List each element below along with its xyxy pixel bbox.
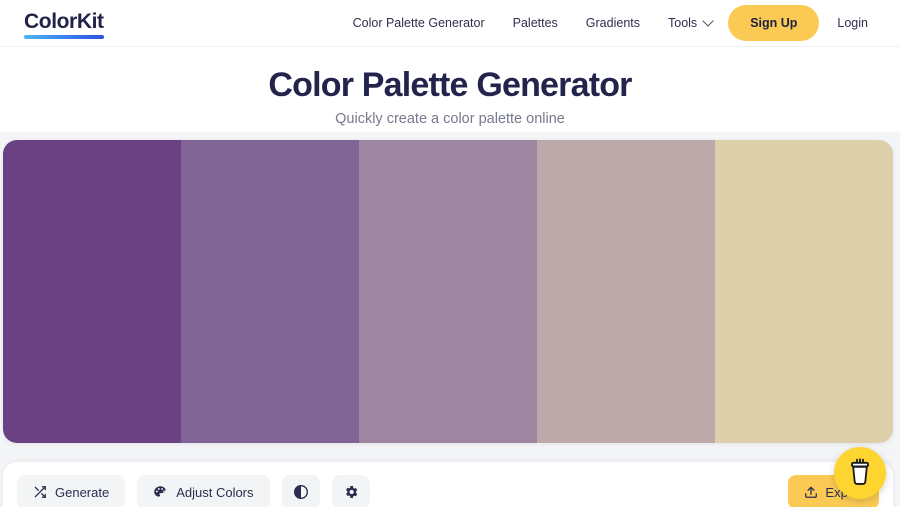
upload-icon bbox=[804, 485, 818, 499]
settings-button[interactable] bbox=[331, 475, 370, 507]
generate-button[interactable]: Generate bbox=[17, 475, 126, 507]
nav-item-tools-label: Tools bbox=[668, 16, 698, 30]
adjust-colors-button[interactable]: Adjust Colors bbox=[137, 475, 270, 507]
shuffle-icon bbox=[33, 485, 47, 499]
nav-item-palettes[interactable]: Palettes bbox=[499, 8, 572, 38]
color-swatch[interactable] bbox=[537, 140, 715, 443]
main-navigation: Color Palette Generator Palettes Gradien… bbox=[339, 5, 878, 41]
contrast-icon bbox=[293, 484, 309, 500]
palette-icon bbox=[153, 485, 168, 500]
adjust-colors-button-label: Adjust Colors bbox=[176, 484, 254, 500]
page-header: Color Palette Generator Quickly create a… bbox=[0, 47, 900, 127]
nav-item-color-palette-generator[interactable]: Color Palette Generator bbox=[339, 8, 499, 38]
color-swatch[interactable] bbox=[359, 140, 537, 443]
login-link[interactable]: Login bbox=[823, 8, 878, 38]
sign-up-button[interactable]: Sign Up bbox=[728, 5, 820, 41]
color-swatch[interactable] bbox=[181, 140, 359, 443]
palette-toolbar: Generate Adjust Colors bbox=[3, 462, 893, 507]
gear-icon bbox=[343, 484, 359, 500]
coffee-cup-icon bbox=[847, 458, 873, 488]
page-subtitle: Quickly create a color palette online bbox=[335, 110, 565, 127]
nav-item-gradients[interactable]: Gradients bbox=[572, 8, 654, 38]
buy-me-a-coffee-button[interactable] bbox=[834, 447, 886, 499]
logo-text: ColorKit bbox=[24, 9, 104, 33]
generate-button-label: Generate bbox=[55, 484, 110, 500]
logo[interactable]: ColorKit bbox=[24, 9, 104, 39]
logo-underline-accent bbox=[24, 34, 104, 39]
site-header: ColorKit Color Palette Generator Palette… bbox=[0, 0, 900, 47]
contrast-button[interactable] bbox=[281, 475, 320, 507]
chevron-down-icon bbox=[702, 15, 714, 27]
nav-item-tools[interactable]: Tools bbox=[654, 8, 722, 38]
page-title: Color Palette Generator bbox=[268, 66, 632, 104]
color-swatch[interactable] bbox=[715, 140, 893, 443]
generator-stage: Generate Adjust Colors bbox=[0, 132, 900, 507]
color-palette bbox=[3, 140, 893, 443]
color-swatch[interactable] bbox=[3, 140, 181, 443]
